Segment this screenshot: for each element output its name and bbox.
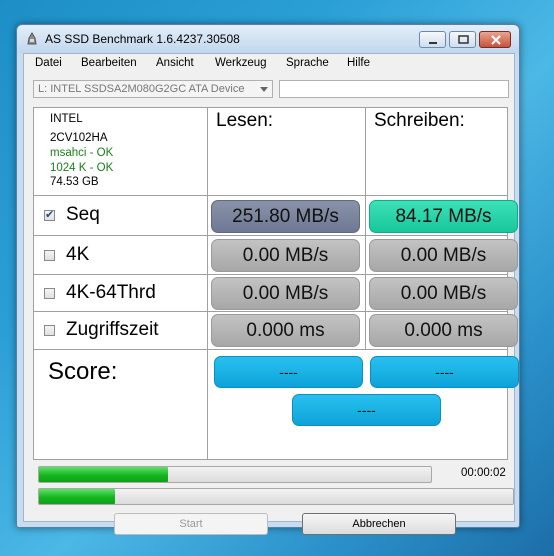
device-dropdown[interactable]: L: INTEL SSDSA2M080G2GC ATA Device <box>33 80 273 98</box>
alignment-status: 1024 K - OK <box>50 162 114 174</box>
divider <box>34 195 507 196</box>
seq-checkbox[interactable] <box>44 208 55 221</box>
divider <box>207 108 208 459</box>
4k-64thrd-checkbox[interactable] <box>44 288 55 299</box>
menu-werkzeug[interactable]: Werkzeug <box>215 57 267 69</box>
divider <box>365 108 366 349</box>
window-title: AS SSD Benchmark 1.6.4237.30508 <box>45 32 240 46</box>
4k-label: 4K <box>66 244 90 265</box>
4k-64thrd-read-result: 0.00 MB/s <box>211 277 360 310</box>
4k-64thrd-label: 4K-64Thrd <box>66 282 156 303</box>
score-label: Score: <box>48 358 118 385</box>
menu-ansicht[interactable]: Ansicht <box>156 57 194 69</box>
app-window: AS SSD Benchmark 1.6.4237.30508 Datei Be… <box>16 24 520 535</box>
access-time-checkbox[interactable] <box>44 325 55 336</box>
maximize-button[interactable] <box>449 31 476 48</box>
write-header: Schreiben: <box>374 110 465 131</box>
menu-hilfe[interactable]: Hilfe <box>347 57 370 69</box>
device-firmware: 2CV102HA <box>50 132 108 144</box>
seq-write-result: 84.17 MB/s <box>369 200 518 233</box>
app-icon <box>27 32 37 45</box>
4k-checkbox[interactable] <box>44 250 55 261</box>
score-read: ---- <box>214 356 363 388</box>
menu-datei[interactable]: Datei <box>35 57 62 69</box>
divider <box>34 274 507 275</box>
cancel-button[interactable]: Abbrechen <box>302 513 456 535</box>
device-vendor: INTEL <box>50 113 83 125</box>
maximize-icon <box>458 35 469 44</box>
test-progress-bar <box>38 466 432 483</box>
title-bar[interactable]: AS SSD Benchmark 1.6.4237.30508 <box>17 25 519 53</box>
access-time-label: Zugriffszeit <box>66 319 159 340</box>
seq-read-result: 251.80 MB/s <box>211 200 360 233</box>
device-capacity: 74.53 GB <box>50 176 99 188</box>
4k-read-result: 0.00 MB/s <box>211 239 360 272</box>
chevron-down-icon <box>260 87 268 92</box>
device-dropdown-value: L: INTEL SSDSA2M080G2GC ATA Device <box>38 83 245 95</box>
access-time-read-result: 0.000 ms <box>211 314 360 347</box>
overall-progress-bar <box>38 488 514 505</box>
client-area: Datei Bearbeiten Ansicht Werkzeug Sprach… <box>23 53 519 535</box>
minimize-icon <box>429 42 437 44</box>
menu-sprache[interactable]: Sprache <box>286 57 329 69</box>
access-time-write-result: 0.000 ms <box>369 314 518 347</box>
start-button[interactable]: Start <box>114 513 268 535</box>
close-icon <box>491 35 501 45</box>
close-button[interactable] <box>479 31 511 48</box>
score-total: ---- <box>292 394 441 426</box>
read-header: Lesen: <box>216 110 274 131</box>
overall-progress-fill <box>39 489 115 504</box>
elapsed-time: 00:00:02 <box>461 467 506 479</box>
info-textbox[interactable] <box>279 80 509 98</box>
minimize-button[interactable] <box>419 31 446 48</box>
score-write: ---- <box>370 356 519 388</box>
test-progress-fill <box>39 467 169 482</box>
driver-status: msahci - OK <box>50 147 114 159</box>
divider <box>34 311 507 312</box>
4k-write-result: 0.00 MB/s <box>369 239 518 272</box>
divider <box>34 349 507 350</box>
divider <box>34 235 507 236</box>
menu-bearbeiten[interactable]: Bearbeiten <box>81 57 137 69</box>
4k-64thrd-write-result: 0.00 MB/s <box>369 277 518 310</box>
seq-label: Seq <box>66 204 100 225</box>
menu-bar: Datei Bearbeiten Ansicht Werkzeug Sprach… <box>24 54 514 74</box>
